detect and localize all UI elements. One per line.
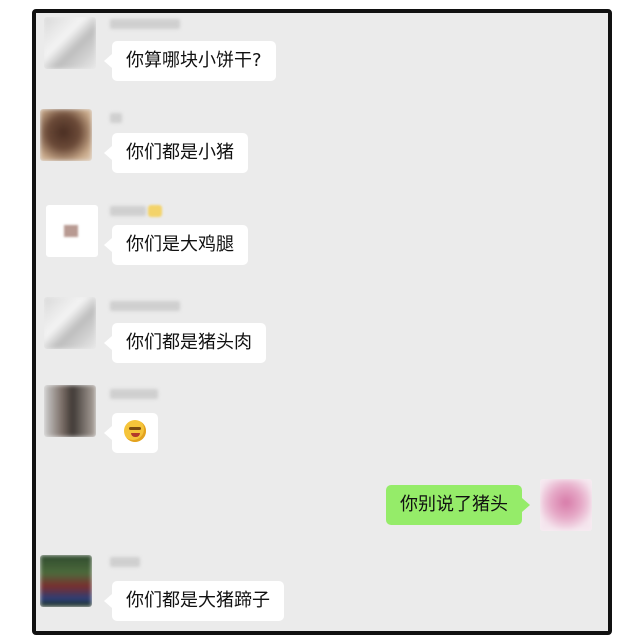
avatar[interactable]	[46, 205, 98, 257]
sender-name-blurred	[110, 557, 140, 567]
message-bubble[interactable]: 你们都是猪头肉	[104, 323, 266, 363]
chat-window: 你算哪块小饼干? 你们都是小猪 你们是大鸡腿 你们都是猪头肉 你别说了猪头 你们…	[32, 9, 612, 635]
message-bubble[interactable]: 你们都是大猪蹄子	[104, 581, 284, 621]
sender-name-blurred	[110, 19, 180, 29]
message-bubble[interactable]: 你们都是小猪	[104, 133, 248, 173]
message-bubble[interactable]: 你别说了猪头	[386, 485, 530, 525]
badge-blurred	[148, 205, 162, 217]
avatar[interactable]	[44, 385, 96, 437]
message-bubble[interactable]: 你算哪块小饼干?	[104, 41, 276, 81]
sender-name-blurred	[110, 389, 158, 399]
avatar[interactable]	[40, 109, 92, 161]
message-text: 你们都是猪头肉	[126, 332, 252, 353]
message-text: 你算哪块小饼干?	[126, 50, 262, 71]
message-bubble[interactable]	[104, 413, 158, 453]
message-text: 你别说了猪头	[400, 494, 508, 515]
avatar[interactable]	[540, 479, 592, 531]
message-text: 你们都是大猪蹄子	[126, 590, 270, 611]
sender-name-blurred	[110, 113, 122, 123]
avatar[interactable]	[44, 17, 96, 69]
laughing-emoji-icon	[124, 420, 146, 442]
message-text: 你们是大鸡腿	[126, 234, 234, 255]
avatar[interactable]	[40, 555, 92, 607]
sender-name-blurred	[110, 301, 180, 311]
message-bubble[interactable]: 你们是大鸡腿	[104, 225, 248, 265]
sender-name-blurred	[110, 206, 146, 216]
message-text: 你们都是小猪	[126, 142, 234, 163]
avatar[interactable]	[44, 297, 96, 349]
